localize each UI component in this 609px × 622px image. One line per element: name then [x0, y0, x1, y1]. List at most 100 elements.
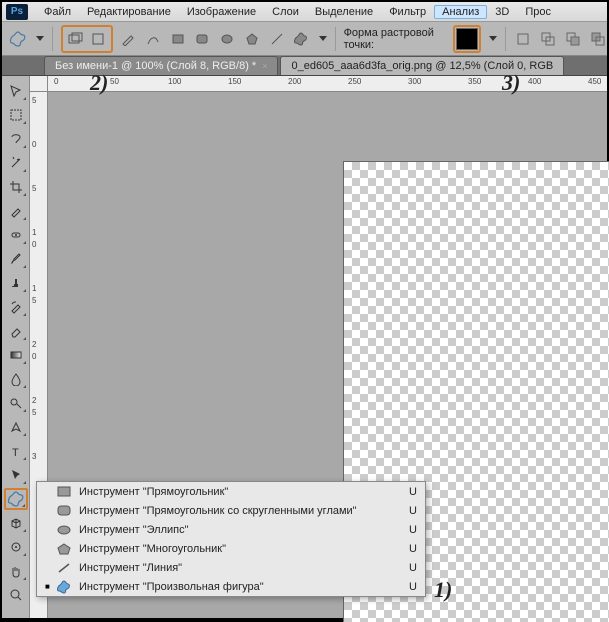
lasso-tool[interactable] [4, 128, 28, 150]
crop-tool[interactable] [4, 176, 28, 198]
gradient-tool[interactable] [4, 344, 28, 366]
drawing-mode-group [61, 25, 113, 53]
line-icon [55, 562, 73, 574]
flyout-item-line[interactable]: Инструмент "Линия" U [37, 558, 425, 577]
ruler-tick: 0 [54, 77, 58, 86]
menu-image[interactable]: Изображение [179, 6, 264, 18]
ruler-tick: 2 [32, 340, 36, 349]
shape-layers-icon[interactable] [65, 28, 87, 50]
type-tool[interactable]: T [4, 440, 28, 462]
freeform-pen-icon[interactable] [144, 28, 163, 50]
flyout-item-ellipse[interactable]: Инструмент "Эллипс" U [37, 520, 425, 539]
flyout-shortcut: U [397, 524, 417, 536]
dropdown-icon[interactable] [319, 36, 327, 41]
svg-text:T: T [12, 447, 19, 458]
ruler-tick: 0 [32, 240, 36, 249]
dropdown-icon[interactable] [489, 36, 497, 41]
ruler-tick: 0 [32, 352, 36, 361]
rect-icon [55, 486, 73, 498]
roundrect-shape-icon[interactable] [193, 28, 212, 50]
ruler-tick: 0 [32, 140, 36, 149]
menu-file[interactable]: Файл [36, 6, 79, 18]
shape-tool[interactable] [4, 488, 28, 510]
ruler-tick: 150 [228, 77, 241, 86]
ruler-corner [30, 76, 48, 92]
color-swatch-group [453, 25, 481, 53]
roundrect-icon [55, 505, 73, 517]
3d-tool[interactable] [4, 512, 28, 534]
fill-color-swatch[interactable] [456, 28, 478, 50]
rect-shape-icon[interactable] [168, 28, 187, 50]
flyout-item-rectangle[interactable]: Инструмент "Прямоугольник" U [37, 482, 425, 501]
menu-filter[interactable]: Фильтр [381, 6, 434, 18]
menu-layers[interactable]: Слои [264, 6, 307, 18]
custom-shape-icon[interactable] [292, 28, 311, 50]
zoom-tool[interactable] [4, 584, 28, 606]
shape-tool-flyout: Инструмент "Прямоугольник" U Инструмент … [36, 481, 426, 597]
blur-tool[interactable] [4, 368, 28, 390]
ruler-tick: 3 [32, 452, 36, 461]
menu-analyze[interactable]: Анализ [434, 5, 487, 19]
separator [52, 27, 53, 51]
ruler-tick: 5 [32, 96, 36, 105]
ruler-tick: 250 [348, 77, 361, 86]
heal-tool[interactable] [4, 224, 28, 246]
ellipse-icon [55, 524, 73, 536]
stamp-tool[interactable] [4, 272, 28, 294]
horizontal-ruler: 0 50 100 150 200 250 300 350 400 450 [48, 76, 607, 92]
move-tool[interactable] [4, 80, 28, 102]
menu-edit[interactable]: Редактирование [79, 6, 179, 18]
dodge-tool[interactable] [4, 392, 28, 414]
flyout-label: Инструмент "Прямоугольник со скругленным… [73, 505, 397, 517]
ruler-tick: 5 [32, 408, 36, 417]
path-op-1-icon[interactable] [514, 28, 533, 50]
ruler-tick: 200 [288, 77, 301, 86]
separator [505, 27, 506, 51]
hand-tool[interactable] [4, 560, 28, 582]
paths-mode-icon[interactable] [87, 28, 109, 50]
line-shape-icon[interactable] [267, 28, 286, 50]
ruler-tick: 5 [32, 296, 36, 305]
menu-view[interactable]: Прос [517, 6, 559, 18]
path-op-4-icon[interactable] [588, 28, 607, 50]
app-logo: Ps [6, 4, 28, 20]
path-op-2-icon[interactable] [539, 28, 558, 50]
ellipse-shape-icon[interactable] [218, 28, 237, 50]
flyout-shortcut: U [397, 562, 417, 574]
marquee-tool[interactable] [4, 104, 28, 126]
flyout-label: Инструмент "Прямоугольник" [73, 486, 397, 498]
flyout-item-polygon[interactable]: Инструмент "Многоугольник" U [37, 539, 425, 558]
flyout-item-roundrect[interactable]: Инструмент "Прямоугольник со скругленным… [37, 501, 425, 520]
checkmark: ■ [45, 582, 55, 591]
ruler-tick: 1 [32, 284, 36, 293]
history-brush-tool[interactable] [4, 296, 28, 318]
menu-3d[interactable]: 3D [487, 6, 517, 18]
tab-doc-1[interactable]: Без имени-1 @ 100% (Слой 8, RGB/8) *× [44, 56, 278, 75]
tab-doc-2[interactable]: 0_ed605_aaa6d3fa_orig.png @ 12,5% (Слой … [280, 56, 564, 75]
ruler-tick: 100 [168, 77, 181, 86]
close-icon[interactable]: × [262, 61, 267, 71]
dropdown-icon[interactable] [36, 36, 44, 41]
ruler-tick: 450 [588, 77, 601, 86]
tool-palette: T [2, 76, 30, 618]
eraser-tool[interactable] [4, 320, 28, 342]
pen-icon[interactable] [119, 28, 138, 50]
separator [335, 27, 336, 51]
annotation-1: 1) [434, 577, 452, 603]
polygon-icon [55, 543, 73, 555]
eyedropper-tool[interactable] [4, 200, 28, 222]
flyout-label: Инструмент "Эллипс" [73, 524, 397, 536]
ruler-tick: 350 [468, 77, 481, 86]
path-op-3-icon[interactable] [564, 28, 583, 50]
path-select-tool[interactable] [4, 464, 28, 486]
flyout-item-custom-shape[interactable]: ■ Инструмент "Произвольная фигура" U [37, 577, 425, 596]
polygon-shape-icon[interactable] [243, 28, 262, 50]
3d-camera-tool[interactable] [4, 536, 28, 558]
ruler-tick: 1 [32, 228, 36, 237]
pen-tool[interactable] [4, 416, 28, 438]
blob-icon [55, 580, 73, 594]
menu-select[interactable]: Выделение [307, 6, 381, 18]
shape-preset-icon[interactable] [8, 28, 28, 50]
brush-tool[interactable] [4, 248, 28, 270]
wand-tool[interactable] [4, 152, 28, 174]
